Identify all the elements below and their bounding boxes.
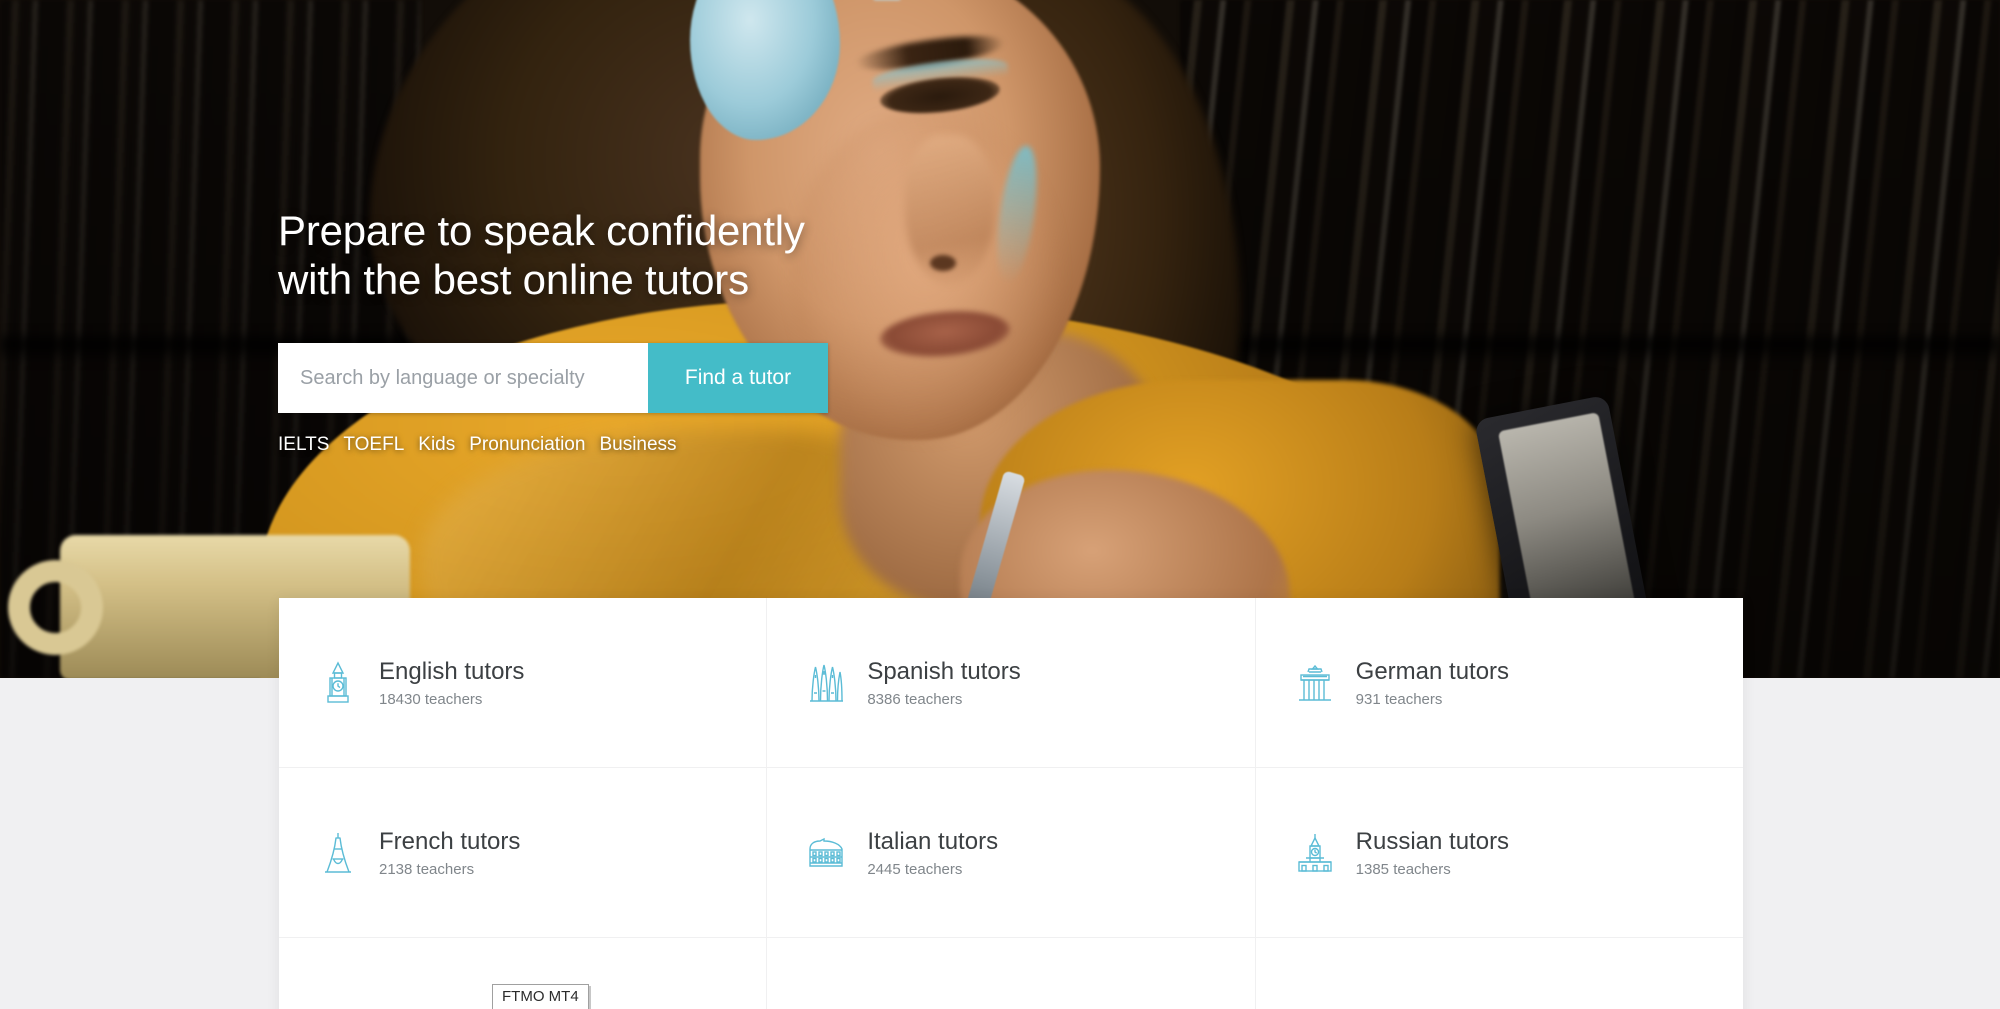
- card-text: Spanish tutors 8386 teachers: [867, 658, 1020, 708]
- nostril: [930, 255, 956, 271]
- card-italian-tutors[interactable]: Italian tutors 2445 teachers: [767, 768, 1256, 937]
- brandenburg-gate-icon: [1294, 660, 1336, 706]
- card-subtitle: 931 teachers: [1355, 690, 1443, 708]
- card-text: French tutors 2138 teachers: [379, 828, 520, 878]
- card-title: Spanish tutors: [867, 657, 1021, 685]
- card-german-tutors[interactable]: German tutors 931 teachers: [1256, 598, 1743, 767]
- card-english-tutors[interactable]: English tutors 18430 teachers: [279, 598, 768, 767]
- card-text: English tutors 18430 teachers: [379, 658, 524, 708]
- card-title: English tutors: [379, 657, 525, 685]
- colosseum-icon: [805, 830, 847, 876]
- search-bar: Find a tutor: [278, 343, 828, 414]
- card-title: Russian tutors: [1355, 827, 1510, 855]
- language-cards-panel: English tutors 18430 teachers Spanish tu…: [279, 598, 1743, 1009]
- card-text: German tutors 931 teachers: [1356, 658, 1509, 708]
- card-row: English tutors 18430 teachers Spanish tu…: [279, 598, 1743, 768]
- ftmo-mt4-taskbar-chip[interactable]: FTMO MT4: [492, 984, 589, 1009]
- search-input[interactable]: [278, 343, 648, 414]
- card-title: German tutors: [1355, 657, 1510, 685]
- card-subtitle: 2138 teachers: [379, 860, 475, 878]
- card-partial-2[interactable]: [767, 938, 1256, 1009]
- card-title: Italian tutors: [867, 827, 999, 855]
- hero-banner: Prepare to speak confidently with the be…: [0, 0, 2000, 678]
- kremlin-tower-icon: [1294, 830, 1336, 876]
- tag-ielts[interactable]: IELTS: [278, 434, 329, 456]
- card-title: French tutors: [379, 827, 521, 855]
- card-russian-tutors[interactable]: Russian tutors 1385 teachers: [1256, 768, 1743, 937]
- mug-handle: [8, 560, 103, 655]
- card-partial-3[interactable]: [1256, 938, 1743, 1009]
- card-subtitle: 1385 teachers: [1355, 860, 1451, 878]
- big-ben-icon: [317, 660, 359, 706]
- card-subtitle: 8386 teachers: [867, 690, 963, 708]
- tag-kids[interactable]: Kids: [418, 434, 455, 456]
- card-text: Italian tutors 2445 teachers: [867, 828, 998, 878]
- page-root: Prepare to speak confidently with the be…: [0, 0, 2000, 1009]
- card-french-tutors[interactable]: French tutors 2138 teachers: [279, 768, 768, 937]
- hero-content: Prepare to speak confidently with the be…: [278, 0, 828, 456]
- popular-tags: IELTS TOEFL Kids Pronunciation Business: [278, 434, 828, 456]
- card-subtitle: 2445 teachers: [867, 860, 963, 878]
- card-text: Russian tutors 1385 teachers: [1356, 828, 1509, 878]
- tag-pronunciation[interactable]: Pronunciation: [469, 434, 585, 456]
- card-spanish-tutors[interactable]: Spanish tutors 8386 teachers: [767, 598, 1256, 767]
- tag-business[interactable]: Business: [599, 434, 676, 456]
- hero-title-line-1: Prepare to speak confidently: [278, 207, 805, 254]
- page-title: Prepare to speak confidently with the be…: [278, 206, 828, 304]
- sagrada-familia-icon: [805, 660, 847, 706]
- card-subtitle: 18430 teachers: [379, 690, 483, 708]
- hero-title-line-2: with the best online tutors: [278, 256, 749, 304]
- card-row: French tutors 2138 teachers Italian tuto…: [279, 768, 1743, 938]
- eiffel-tower-icon: [317, 830, 359, 876]
- find-a-tutor-button[interactable]: Find a tutor: [648, 343, 828, 414]
- tag-toefl[interactable]: TOEFL: [343, 434, 404, 456]
